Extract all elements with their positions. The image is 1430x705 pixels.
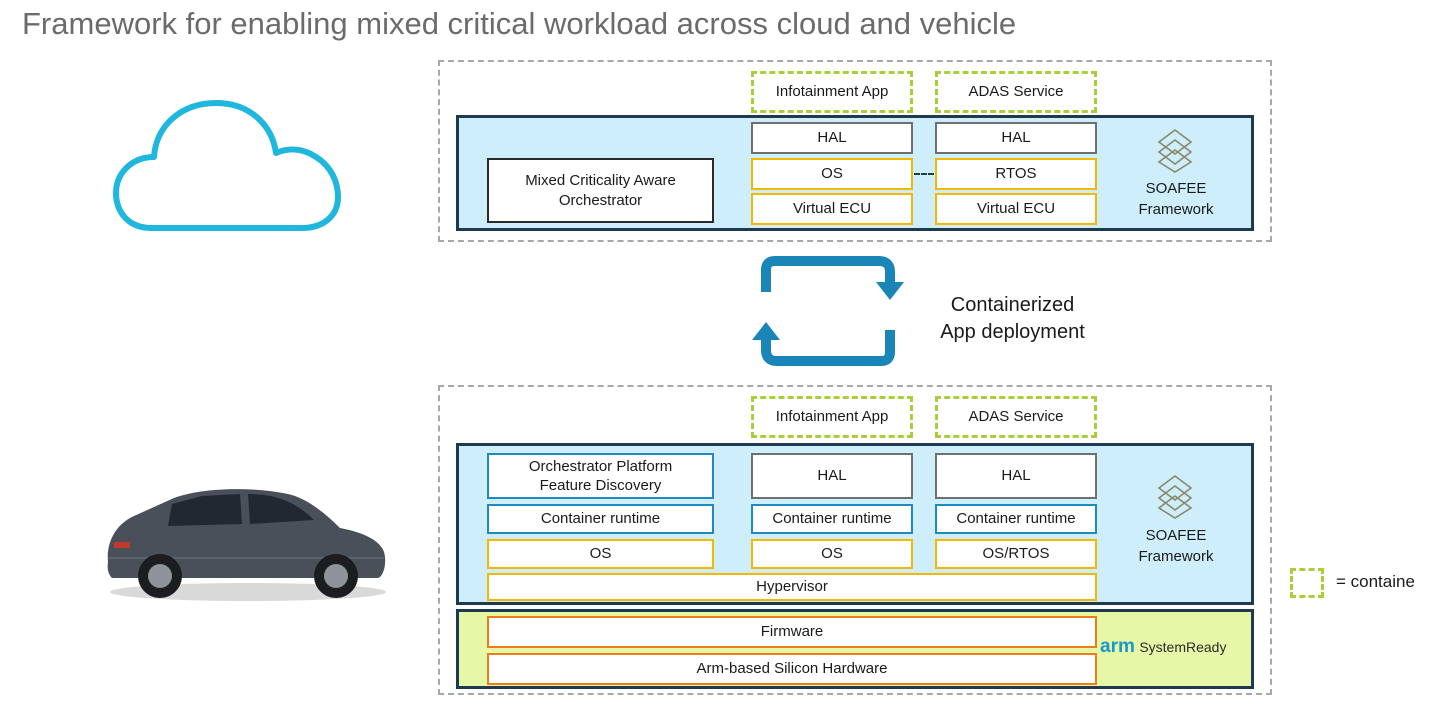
hardware-layer: Arm-based Silicon Hardware — [487, 653, 1097, 685]
orchestrator-platform-label: Orchestrator Platform Feature Discovery — [528, 457, 673, 495]
vehicle-hal-1: HAL — [751, 453, 913, 499]
soafee-line1: SOAFEE — [1145, 180, 1207, 197]
container-label: Infotainment App — [775, 83, 889, 101]
systemready-label: SystemReady — [1139, 639, 1227, 655]
deploy-line2: App deployment — [940, 321, 1085, 343]
mixed-criticality-orchestrator: Mixed Criticality Aware Orchestrator — [487, 158, 714, 223]
vehicle-os-1: OS — [751, 539, 913, 569]
container-legend-label: = containe — [1336, 572, 1415, 591]
deploy-line1: Containerized — [950, 294, 1075, 316]
cloud-virtual-ecu-1: Virtual ECU — [751, 193, 913, 225]
runtime-label: Container runtime — [772, 510, 892, 528]
hal-label: HAL — [817, 467, 847, 485]
os-label: OS — [821, 545, 843, 563]
firmware-layer: Firmware — [487, 616, 1097, 648]
firmware-label: Firmware — [760, 623, 824, 641]
container-legend-swatch — [1290, 568, 1324, 598]
vehicle-hal-2: HAL — [935, 453, 1097, 499]
arm-logo: arm — [1100, 636, 1135, 657]
container-label: ADAS Service — [968, 83, 1064, 101]
runtime-label: Container runtime — [540, 510, 661, 528]
hardware-label: Arm-based Silicon Hardware — [696, 660, 888, 678]
cloud-hal-1: HAL — [751, 122, 913, 154]
soafee-line2: Framework — [1138, 201, 1214, 218]
cloud-virtual-ecu-2: Virtual ECU — [935, 193, 1097, 225]
orchestrator-platform-feature-discovery: Orchestrator Platform Feature Discovery — [487, 453, 714, 499]
hal-label: HAL — [1001, 129, 1031, 147]
soafee-logo-icon — [1157, 475, 1193, 519]
cloud-hal-2: HAL — [935, 122, 1097, 154]
cloud-os-1: OS — [751, 158, 913, 190]
soafee-framework-label: SOAFEE Framework — [1120, 525, 1232, 567]
soafee-line1: SOAFEE — [1145, 527, 1207, 544]
container-runtime-2: Container runtime — [935, 504, 1097, 534]
cloud-icon — [113, 100, 341, 231]
virtual-ecu-label: Virtual ECU — [976, 200, 1056, 218]
refresh-arrows-icon — [752, 256, 904, 366]
hypervisor-label: Hypervisor — [756, 578, 828, 596]
os-label: OS — [589, 545, 612, 563]
vehicle-container-adas: ADAS Service — [935, 396, 1097, 438]
orchestrator-label: Mixed Criticality Aware Orchestrator — [525, 172, 676, 209]
rtos-label: RTOS — [995, 165, 1037, 183]
runtime-label: Container runtime — [956, 510, 1076, 528]
container-label: ADAS Service — [968, 408, 1064, 426]
virtual-ecu-label: Virtual ECU — [792, 200, 872, 218]
soafee-line2: Framework — [1138, 548, 1214, 565]
container-label: Infotainment App — [775, 408, 889, 426]
vehicle-os-0: OS — [487, 539, 714, 569]
cloud-rtos-2: RTOS — [935, 158, 1097, 190]
page-title: Framework for enabling mixed critical wo… — [22, 6, 1017, 41]
container-runtime-0: Container runtime — [487, 504, 714, 534]
soafee-framework-label: SOAFEE Framework — [1120, 178, 1232, 220]
containerized-deployment-label: Containerized App deployment — [915, 292, 1110, 346]
hal-label: HAL — [817, 129, 847, 147]
os-link-connector — [914, 173, 934, 175]
car-image — [107, 489, 386, 601]
soafee-logo-icon — [1157, 129, 1193, 173]
hypervisor-layer: Hypervisor — [487, 573, 1097, 601]
hal-label: HAL — [1001, 467, 1031, 485]
cloud-container-adas: ADAS Service — [935, 71, 1097, 113]
container-runtime-1: Container runtime — [751, 504, 913, 534]
arm-systemready-logo: arm SystemReady — [1100, 636, 1226, 658]
os-label: OS — [821, 165, 843, 183]
os-rtos-label: OS/RTOS — [982, 545, 1050, 563]
vehicle-container-infotainment: Infotainment App — [751, 396, 913, 438]
vehicle-os-rtos-2: OS/RTOS — [935, 539, 1097, 569]
cloud-container-infotainment: Infotainment App — [751, 71, 913, 113]
